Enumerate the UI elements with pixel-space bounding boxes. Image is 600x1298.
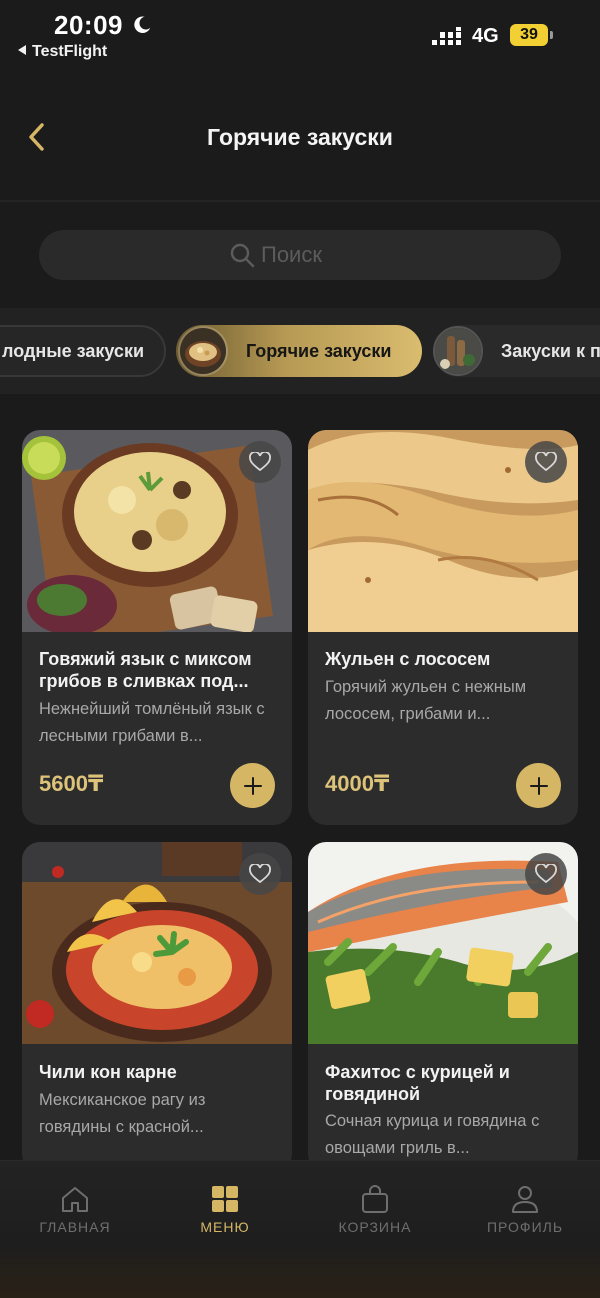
product-description: Нежнейший томлёный язык с лесными грибам… xyxy=(39,700,265,745)
favorite-button[interactable] xyxy=(525,853,567,895)
product-price: 4000₸ xyxy=(325,771,390,796)
heart-icon xyxy=(249,864,271,884)
category-label: Горячие закуски xyxy=(246,340,392,361)
product-card[interactable]: Фахитос с курицей и говядиной Сочная кур… xyxy=(308,842,578,1172)
category-chip-cold[interactable]: лодные закуски xyxy=(0,325,166,377)
category-strip[interactable]: лодные закуски Горячие закуски Закуски к… xyxy=(0,308,600,394)
back-to-testflight-link[interactable]: TestFlight xyxy=(18,43,107,61)
category-label: лодные закуски xyxy=(2,340,145,361)
nav-item-home[interactable]: ГЛАВНАЯ xyxy=(15,1183,135,1237)
nav-label: ПРОФИЛЬ xyxy=(486,1219,564,1235)
home-icon xyxy=(62,1187,88,1212)
plus-icon xyxy=(529,776,548,795)
favorite-button[interactable] xyxy=(239,441,281,483)
category-chip-beer-snacks[interactable]: Закуски к п xyxy=(433,325,600,377)
battery-indicator: 39 xyxy=(510,24,553,46)
status-time: 20:09 xyxy=(54,10,123,40)
nav-label: ГЛАВНАЯ xyxy=(39,1219,111,1235)
nav-item-profile[interactable]: ПРОФИЛЬ xyxy=(465,1183,585,1237)
favorite-button[interactable] xyxy=(525,441,567,483)
status-bar: 20:09 TestFlight 4G 39 xyxy=(0,0,600,70)
product-title: Говяжий язык с миксом грибов в сливках п… xyxy=(39,649,252,691)
heart-icon xyxy=(249,452,271,472)
search-input[interactable] xyxy=(261,242,371,268)
header: Горячие закуски xyxy=(0,70,600,200)
product-image xyxy=(308,430,578,632)
product-image xyxy=(22,430,292,632)
category-label: Закуски к п xyxy=(501,340,600,361)
product-card[interactable]: Жульен с лососем Горячий жульен с нежным… xyxy=(308,430,578,825)
bag-icon xyxy=(362,1185,388,1213)
search-bar[interactable] xyxy=(39,230,561,280)
signal-icon xyxy=(432,27,461,45)
product-description: Мексиканское рагу из говядины с красной.… xyxy=(39,1091,206,1136)
page-title: Горячие закуски xyxy=(207,124,393,150)
heart-icon xyxy=(535,452,557,472)
product-card[interactable]: Говяжий язык с миксом грибов в сливках п… xyxy=(22,430,292,825)
add-to-cart-button[interactable] xyxy=(516,763,561,808)
product-title: Чили кон карне xyxy=(39,1062,177,1082)
nav-item-cart[interactable]: КОРЗИНА xyxy=(315,1183,435,1237)
nav-label: КОРЗИНА xyxy=(338,1219,412,1235)
nav-label: МЕНЮ xyxy=(200,1219,250,1235)
bottom-navigation: ГЛАВНАЯ МЕНЮ КОРЗИНА ПРОФИЛЬ xyxy=(0,1160,600,1298)
product-description: Сочная курица и говядина с овощами гриль… xyxy=(325,1112,540,1157)
moon-icon xyxy=(134,16,151,33)
network-label: 4G xyxy=(472,25,499,47)
category-thumbnail xyxy=(433,326,483,376)
header-divider xyxy=(0,200,600,202)
back-triangle-icon xyxy=(18,45,26,55)
product-image xyxy=(22,842,292,1044)
plus-icon xyxy=(243,776,262,795)
nav-item-menu[interactable]: МЕНЮ xyxy=(165,1183,285,1237)
category-thumbnail xyxy=(178,326,228,376)
favorite-button[interactable] xyxy=(239,853,281,895)
battery-level: 39 xyxy=(510,24,548,46)
battery-cap xyxy=(550,31,553,39)
search-icon xyxy=(230,243,255,268)
heart-icon xyxy=(535,864,557,884)
menu-grid-icon xyxy=(212,1186,238,1212)
product-title: Жульен с лососем xyxy=(325,649,491,669)
product-price: 5600₸ xyxy=(39,771,104,796)
category-chip-hot[interactable]: Горячие закуски xyxy=(176,325,422,377)
product-image xyxy=(308,842,578,1044)
product-title: Фахитос с курицей и говядиной xyxy=(325,1062,510,1104)
back-app-label: TestFlight xyxy=(32,43,108,60)
add-to-cart-button[interactable] xyxy=(230,763,275,808)
product-description: Горячий жульен с нежным лососем, грибами… xyxy=(325,678,527,723)
user-icon xyxy=(512,1186,538,1213)
product-card[interactable]: Чили кон карне Мексиканское рагу из говя… xyxy=(22,842,292,1172)
